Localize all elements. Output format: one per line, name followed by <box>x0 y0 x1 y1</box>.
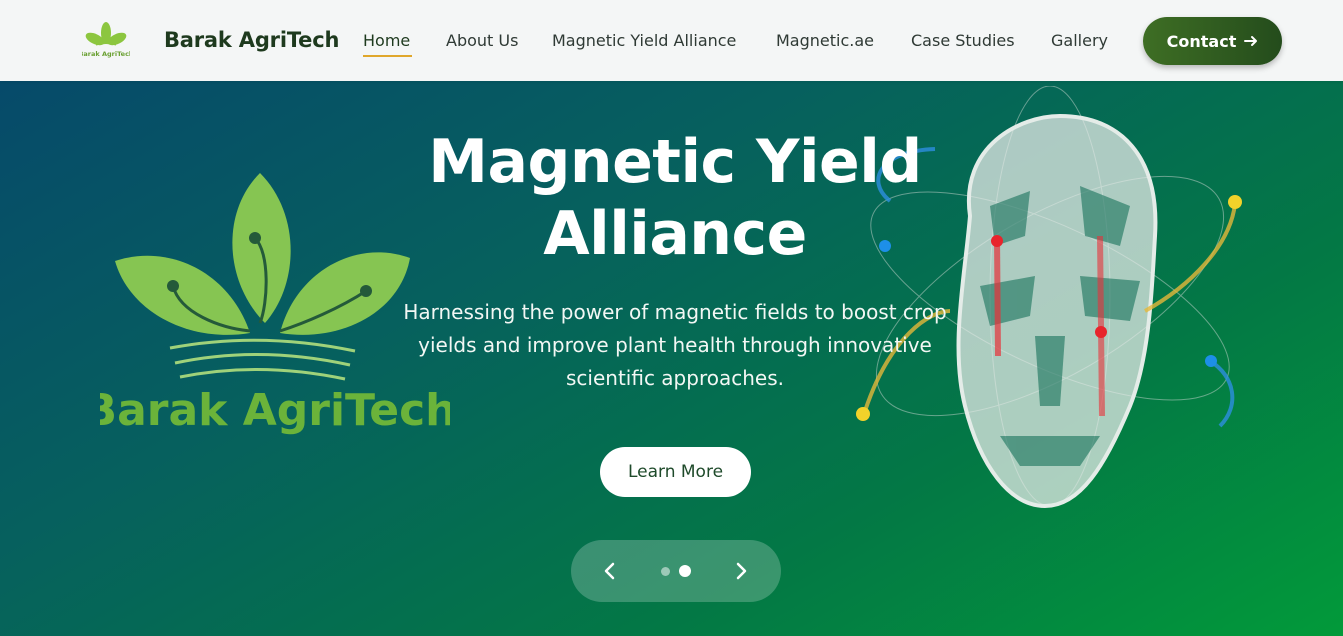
arrow-right-icon <box>1244 36 1258 46</box>
hero-title: Magnetic Yield Alliance <box>380 126 970 270</box>
top-navbar: Barak AgriTech Barak AgriTech Home About… <box>0 0 1343 81</box>
brand-name[interactable]: Barak AgriTech <box>164 28 339 52</box>
chevron-right-icon <box>736 562 747 580</box>
slider-controls <box>571 540 781 602</box>
svg-text:Barak AgriTech: Barak AgriTech <box>82 50 130 58</box>
hero-subtitle-line-2: yields and improve plant health through … <box>418 333 932 357</box>
active-link-underline <box>363 55 412 57</box>
slide-dot-1[interactable] <box>661 567 670 576</box>
hero-subtitle: Harnessing the power of magnetic fields … <box>390 296 960 395</box>
contact-button[interactable]: Contact <box>1143 17 1282 65</box>
hero-title-line-1: Magnetic Yield <box>428 127 922 197</box>
brand-logo-icon[interactable]: Barak AgriTech <box>82 20 130 60</box>
nav-link-home[interactable]: Home <box>363 31 410 50</box>
learn-more-button[interactable]: Learn More <box>600 447 751 497</box>
hero-title-line-2: Alliance <box>543 199 807 269</box>
hero-subtitle-line-3: scientific approaches. <box>566 366 784 390</box>
nav-link-about-us[interactable]: About Us <box>446 31 518 50</box>
hero-subtitle-line-1: Harnessing the power of magnetic fields … <box>403 300 947 324</box>
slider-prev-button[interactable] <box>595 556 625 586</box>
chevron-left-icon <box>604 562 615 580</box>
slider-next-button[interactable] <box>726 556 756 586</box>
nav-link-magnetic-yield-alliance[interactable]: Magnetic Yield Alliance <box>552 31 736 50</box>
nav-link-gallery[interactable]: Gallery <box>1051 31 1108 50</box>
contact-button-label: Contact <box>1166 31 1237 51</box>
hero-banner: Barak AgriTech Magnetic Yield Alliance H… <box>0 81 1343 636</box>
leaf-logo-icon <box>115 173 410 381</box>
nav-link-magnetic-ae[interactable]: Magnetic.ae <box>776 31 874 50</box>
nav-link-case-studies[interactable]: Case Studies <box>911 31 1015 50</box>
slide-dot-2-active[interactable] <box>679 565 691 577</box>
